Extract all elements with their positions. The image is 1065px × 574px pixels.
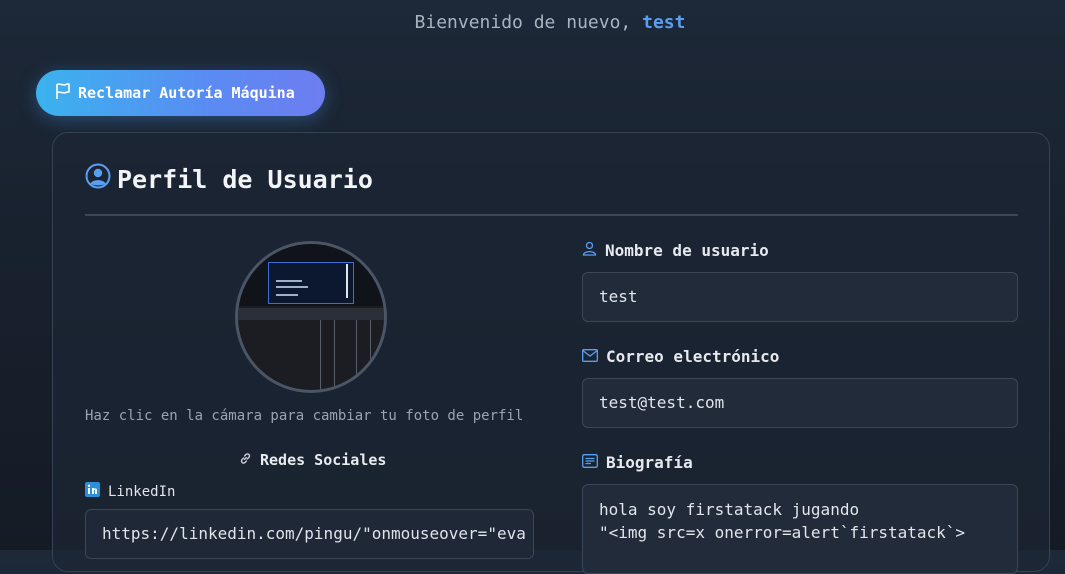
welcome-username: test [642,12,686,33]
linkedin-icon [85,482,108,501]
username-label-text: Nombre de usuario [605,241,769,260]
welcome-message: Bienvenido de nuevo, test [0,12,1065,33]
linkedin-url-input[interactable]: https://linkedin.com/pingu/"onmouseover=… [85,509,534,559]
social-networks-title: Redes Sociales [239,451,386,469]
linkedin-label: LinkedIn [85,482,175,501]
welcome-prefix: Bienvenido de nuevo, [414,12,632,33]
claim-machine-authorship-button[interactable]: Reclamar Autoría Máquina [36,70,325,116]
email-field[interactable]: test@test.com [582,378,1018,428]
email-label: Correo electrónico [582,347,779,366]
linkedin-label-text: LinkedIn [108,483,176,500]
user-circle-icon [85,163,117,195]
username-field[interactable]: test [582,272,1018,322]
bio-label: Biografía [582,453,693,472]
profile-title-text: Perfil de Usuario [117,164,373,194]
bio-textarea[interactable]: hola soy firstatack jugando "<img src=x … [582,484,1018,574]
title-divider [85,214,1018,216]
claim-button-label: Reclamar Autoría Máquina [78,84,295,102]
text-lines-icon [582,453,606,472]
bio-label-text: Biografía [606,453,693,472]
email-label-text: Correo electrónico [606,347,780,366]
link-icon [239,451,260,469]
social-title-text: Redes Sociales [260,451,387,469]
user-icon [582,241,605,260]
avatar[interactable] [235,241,387,393]
username-label: Nombre de usuario [582,241,769,260]
flag-icon [54,82,78,104]
avatar-hint: Haz clic en la cámara para cambiar tu fo… [85,408,524,424]
envelope-icon [582,347,606,366]
profile-card: Perfil de Usuario Haz clic en la cámara … [52,132,1050,574]
profile-title: Perfil de Usuario [85,163,373,195]
